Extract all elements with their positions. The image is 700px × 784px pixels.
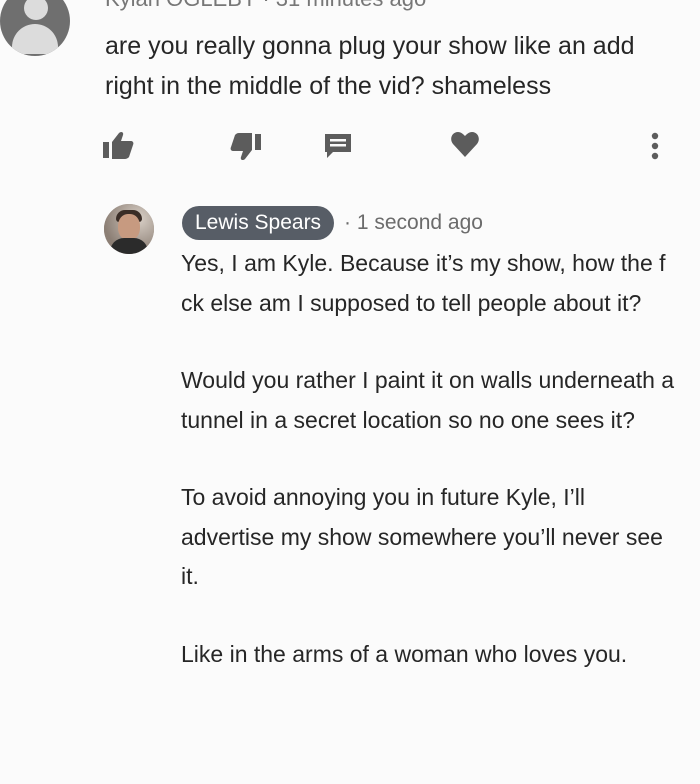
comment-text: are you really gonna plug your show like… (105, 32, 635, 100)
commenter-avatar[interactable] (0, 0, 70, 56)
reply-text: Yes, I am Kyle. Because it’s my show, ho… (181, 244, 681, 712)
thumbs-down-icon[interactable] (226, 130, 266, 164)
avatar-body-shape (12, 24, 58, 54)
reply-paragraph: To avoid annoying you in future Kyle, I’… (181, 484, 663, 589)
author-name-badge[interactable]: Lewis Spears (182, 206, 335, 240)
avatar-photo-face (118, 214, 140, 240)
comment-meta: Kylan OGLEBY · 31 minutes ago (105, 0, 426, 12)
avatar-photo-shirt (110, 238, 148, 254)
more-vert-icon[interactable] (640, 126, 670, 166)
reply-timestamp: · 1 second ago (344, 211, 483, 234)
reply-paragraph: Yes, I am Kyle. Because it’s my show, ho… (181, 250, 666, 316)
reply-icon[interactable] (320, 130, 356, 162)
avatar-head-shape (24, 0, 48, 20)
reply-author-avatar[interactable] (104, 204, 154, 254)
reply-paragraph: Like in the arms of a woman who loves yo… (181, 640, 628, 667)
thumbs-up-icon[interactable] (98, 128, 138, 162)
reply-paragraph: Would you rather I paint it on walls und… (181, 367, 675, 433)
heart-icon[interactable] (447, 128, 483, 162)
